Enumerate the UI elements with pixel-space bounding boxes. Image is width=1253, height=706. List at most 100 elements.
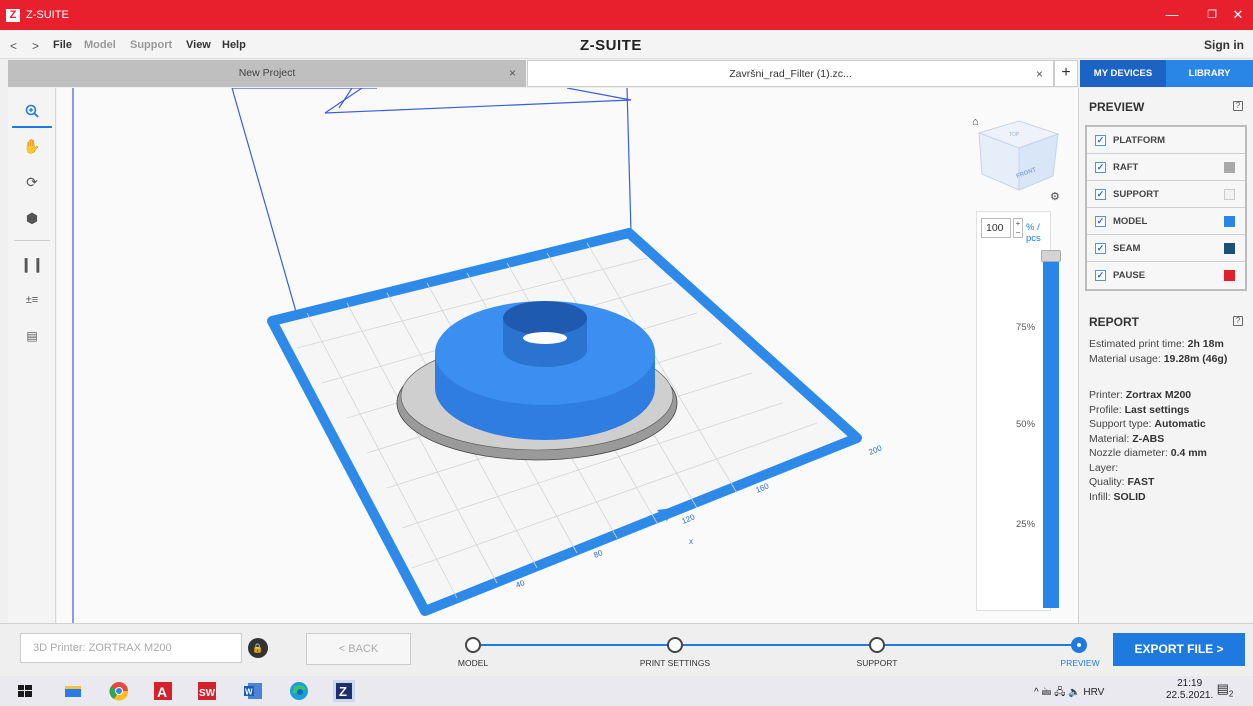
menu-bar: < > File Model Support View Help Z-SUITE… xyxy=(0,30,1253,59)
checkbox-icon[interactable]: ✓ xyxy=(1095,270,1106,281)
tab-label: New Project xyxy=(238,67,296,79)
report-nozzle: Nozzle diameter: 0.4 mm xyxy=(1089,447,1207,459)
menu-model[interactable]: Model xyxy=(84,39,116,51)
layer-platform[interactable]: ✓ PLATFORM xyxy=(1087,127,1245,154)
checkbox-icon[interactable]: ✓ xyxy=(1095,162,1106,173)
color-swatch[interactable] xyxy=(1224,162,1235,173)
layer-slider[interactable]: 100 + − % / pcs 75% 50% 25% xyxy=(976,211,1061,611)
checkbox-icon[interactable]: ✓ xyxy=(1095,189,1106,200)
layer-raft[interactable]: ✓ RAFT xyxy=(1087,154,1245,181)
close-tab-icon[interactable]: × xyxy=(1036,61,1043,88)
percent-stepper[interactable]: + − xyxy=(1013,218,1023,238)
view-cube[interactable]: ⌂ TOP FRONT ⚙ xyxy=(972,116,1060,203)
viewcube-top-label: TOP xyxy=(1009,132,1020,138)
tube-hole xyxy=(523,332,567,344)
tab-my-devices[interactable]: MY DEVICES xyxy=(1080,60,1166,87)
checkbox-icon[interactable]: ✓ xyxy=(1095,135,1106,146)
preview-help-icon[interactable]: ? xyxy=(1233,101,1243,111)
file-explorer-icon[interactable] xyxy=(62,680,84,702)
layer-label: PAUSE xyxy=(1113,270,1146,281)
slider-track[interactable] xyxy=(1041,250,1061,608)
layer-label: SEAM xyxy=(1113,243,1141,254)
layer-label: PLATFORM xyxy=(1113,135,1166,146)
step-model-label[interactable]: MODEL xyxy=(458,658,488,668)
layer-seam[interactable]: ✓ SEAM xyxy=(1087,235,1245,262)
title-bar: Z Z-SUITE — ❐ ✕ xyxy=(0,0,1253,30)
layer-list-icon[interactable]: ±≡ xyxy=(12,282,52,318)
printer-select-field[interactable]: 3D Printer: ZORTRAX M200 xyxy=(20,633,242,663)
tab-library[interactable]: LIBRARY xyxy=(1166,60,1253,87)
step-model-node[interactable] xyxy=(465,637,481,653)
zoom-icon[interactable] xyxy=(12,92,52,128)
menu-file[interactable]: File xyxy=(53,39,72,51)
report-quality: Quality: FAST xyxy=(1089,476,1155,488)
report-details: Estimated print time: 2h 18m Material us… xyxy=(1089,337,1249,504)
color-swatch[interactable] xyxy=(1224,189,1235,200)
step-print-settings-node[interactable] xyxy=(667,637,683,653)
step-support-label[interactable]: SUPPORT xyxy=(857,658,898,668)
right-panel: PREVIEW ? ✓ PLATFORM ✓ RAFT ✓ SUPPORT ✓ … xyxy=(1078,88,1253,623)
report-support-type: Support type: Automatic xyxy=(1089,418,1206,430)
slider-tick-75: 75% xyxy=(1016,322,1036,333)
view-cube-icon[interactable]: ⬢ xyxy=(12,200,52,236)
layer-label: SUPPORT xyxy=(1113,189,1159,200)
color-swatch[interactable] xyxy=(1224,216,1235,227)
notification-center-icon[interactable]: ▤2 xyxy=(1215,681,1235,701)
close-tab-icon[interactable]: × xyxy=(509,60,516,87)
solidworks-icon[interactable]: SW xyxy=(196,680,218,702)
slider-tick-25: 25% xyxy=(1016,519,1036,530)
axis-tick-80: 80 xyxy=(592,548,604,560)
svg-text:Z: Z xyxy=(339,684,347,699)
chrome-icon[interactable] xyxy=(108,680,130,702)
word-icon[interactable]: W xyxy=(242,680,264,702)
notification-count: 2 xyxy=(1228,689,1234,699)
window-title: Z-SUITE xyxy=(26,9,69,21)
lock-icon[interactable]: 🔒 xyxy=(248,638,268,658)
back-button[interactable]: < BACK xyxy=(306,633,411,665)
autocad-icon[interactable]: A xyxy=(152,680,174,702)
z-suite-taskbar-icon[interactable]: Z xyxy=(333,680,355,702)
menu-help[interactable]: Help xyxy=(222,39,246,51)
workflow-progress-line xyxy=(473,644,1080,646)
bottom-bar: 3D Printer: ZORTRAX M200 🔒 < BACK MODEL … xyxy=(0,623,1253,675)
forward-nav-button[interactable]: > xyxy=(32,39,39,53)
export-layers-icon[interactable]: ▤ xyxy=(12,318,52,354)
windows-start-icon[interactable] xyxy=(14,680,36,702)
step-preview-label[interactable]: PREVIEW xyxy=(1060,658,1099,668)
menu-view[interactable]: View xyxy=(186,39,211,51)
report-infill: Infill: SOLID xyxy=(1089,490,1146,503)
layer-model[interactable]: ✓ MODEL xyxy=(1087,208,1245,235)
clock-date: 22.5.2021. xyxy=(1166,690,1214,701)
step-support-node[interactable] xyxy=(869,637,885,653)
add-tab-button[interactable]: + xyxy=(1054,60,1078,87)
toolbar-divider xyxy=(14,240,50,241)
taskbar-clock[interactable]: 21:19 22.5.2021. xyxy=(1166,678,1213,702)
edge-icon[interactable] xyxy=(288,680,310,702)
layer-support[interactable]: ✓ SUPPORT xyxy=(1087,181,1245,208)
checkbox-icon[interactable]: ✓ xyxy=(1095,216,1106,227)
svg-text:W: W xyxy=(245,688,253,697)
back-nav-button[interactable]: < xyxy=(10,39,17,53)
menu-support[interactable]: Support xyxy=(130,39,172,51)
minimize-button[interactable]: — xyxy=(1152,5,1192,25)
report-help-icon[interactable]: ? xyxy=(1233,316,1243,326)
close-window-button[interactable]: ✕ xyxy=(1218,5,1253,25)
tab-new-project[interactable]: New Project × xyxy=(8,60,526,87)
checkbox-icon[interactable]: ✓ xyxy=(1095,243,1106,254)
percent-input[interactable]: 100 xyxy=(981,218,1011,238)
step-print-settings-label[interactable]: PRINT SETTINGS xyxy=(640,658,710,668)
pan-hand-icon[interactable]: ✋ xyxy=(12,128,52,164)
slider-handle[interactable] xyxy=(1041,250,1061,262)
step-preview-node[interactable] xyxy=(1071,637,1087,653)
axis-x-label: x xyxy=(689,537,693,546)
rotate-icon[interactable]: ⟳ xyxy=(12,164,52,200)
3d-viewport[interactable]: 40 80 120 160 200 x ⌂ TOP FRONT ⚙ 100 + −… xyxy=(57,88,1078,623)
percent-unit-toggle[interactable]: % / pcs xyxy=(1026,222,1050,244)
color-swatch[interactable] xyxy=(1224,243,1235,254)
export-file-button[interactable]: EXPORT FILE > xyxy=(1113,633,1245,666)
tab-project-file[interactable]: Završni_rad_Filter (1).zc... × xyxy=(527,60,1054,87)
color-swatch[interactable] xyxy=(1224,270,1235,281)
pause-icon[interactable]: ❙❙ xyxy=(12,246,52,282)
layer-pause[interactable]: ✓ PAUSE xyxy=(1087,262,1245,289)
sign-in-link[interactable]: Sign in xyxy=(1204,38,1244,52)
